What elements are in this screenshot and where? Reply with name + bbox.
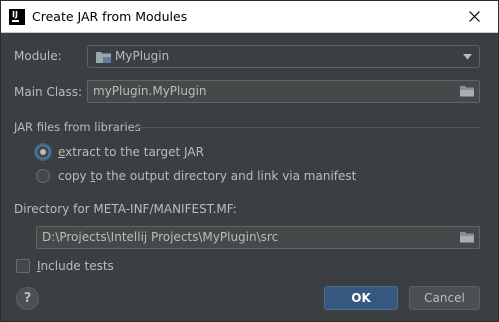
close-icon xyxy=(469,11,480,22)
ok-button[interactable]: OK xyxy=(324,286,398,310)
help-button[interactable]: ? xyxy=(16,287,39,310)
include-tests-checkbox[interactable] xyxy=(16,259,30,273)
browse-folder-icon[interactable] xyxy=(460,85,474,97)
module-combobox[interactable]: MyPlugin xyxy=(87,45,480,68)
browse-folder-icon[interactable] xyxy=(460,231,474,243)
chevron-down-icon xyxy=(463,54,472,60)
extract-radio-label[interactable]: extract to the target JAR xyxy=(58,145,204,159)
main-class-label: Main Class: xyxy=(14,85,83,99)
manifest-label: Directory for META-INF/MANIFEST.MF: xyxy=(14,202,237,216)
cancel-button[interactable]: Cancel xyxy=(409,286,480,310)
extract-radio[interactable] xyxy=(36,145,50,159)
copy-radio-label[interactable]: copy to the output directory and link vi… xyxy=(58,169,356,183)
manifest-directory-value: D:\Projects\Intellij Projects\MyPlugin\s… xyxy=(42,230,279,244)
main-class-field[interactable]: myPlugin.MyPlugin xyxy=(87,80,480,103)
manifest-directory-field[interactable]: D:\Projects\Intellij Projects\MyPlugin\s… xyxy=(36,226,480,249)
include-tests-label[interactable]: Include tests xyxy=(37,259,114,273)
module-label: Module: xyxy=(14,49,62,63)
dialog-window: IJ Create JAR from Modules Module: MyPlu… xyxy=(0,0,499,322)
title-bar[interactable]: IJ Create JAR from Modules xyxy=(1,1,498,33)
module-folder-icon xyxy=(96,52,111,63)
dialog-title: Create JAR from Modules xyxy=(32,9,188,24)
module-value: MyPlugin xyxy=(115,49,170,63)
section-separator xyxy=(135,127,480,128)
close-button[interactable] xyxy=(452,1,498,32)
main-class-value: myPlugin.MyPlugin xyxy=(93,84,207,98)
jar-files-section-title: JAR files from libraries xyxy=(14,120,141,134)
intellij-app-icon: IJ xyxy=(9,9,25,25)
copy-radio[interactable] xyxy=(36,169,50,183)
